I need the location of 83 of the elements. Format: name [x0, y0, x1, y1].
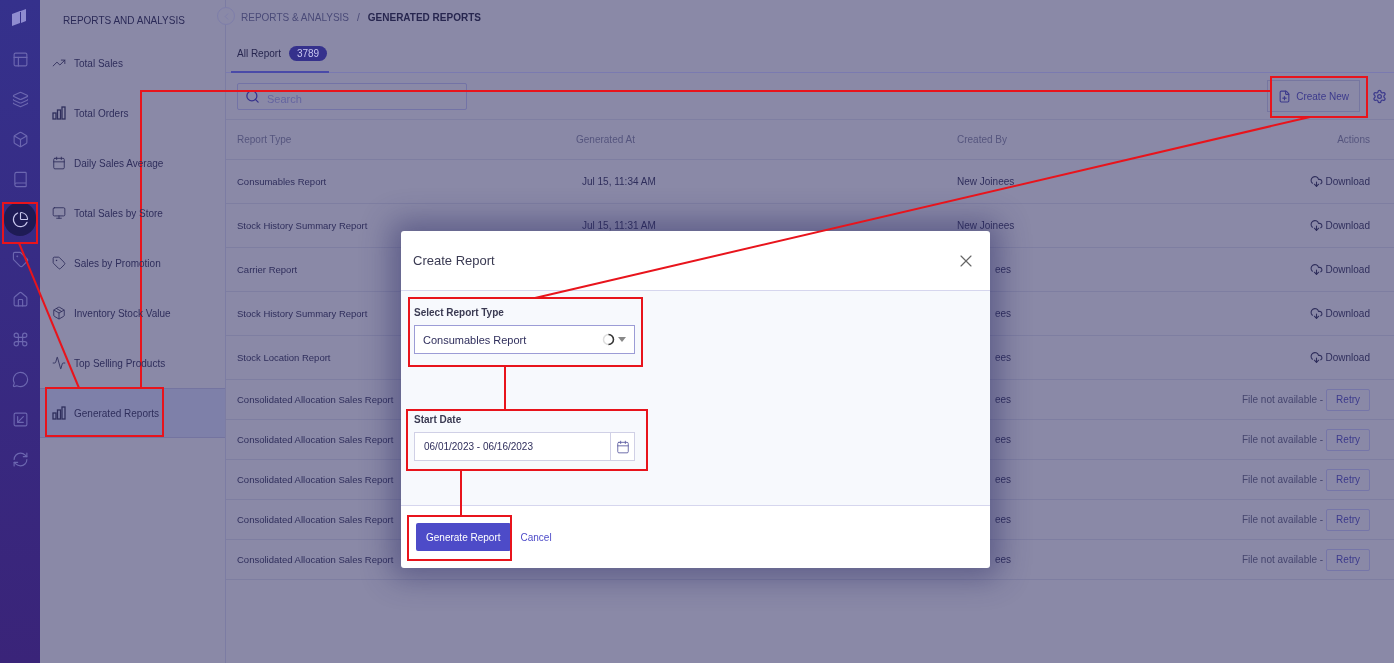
cloud-download-icon	[1309, 175, 1323, 188]
layers-icon	[11, 90, 29, 108]
table-cell: Stock Location Report	[237, 352, 331, 363]
spinner-icon	[602, 333, 615, 346]
download-button[interactable]: Download	[1309, 219, 1370, 232]
table-cell: Consolidated Allocation Sales Report	[237, 514, 394, 525]
monitor-icon	[52, 206, 66, 220]
status-text: File not available -	[1241, 514, 1324, 525]
tag-icon	[11, 250, 29, 268]
table-cell: Consolidated Allocation Sales Report	[237, 554, 394, 565]
tab[interactable]: All Report 3789	[231, 46, 329, 73]
breadcrumb-item[interactable]: REPORTS & ANALYSIS	[241, 11, 349, 23]
cloud-download-icon	[1309, 351, 1323, 364]
retry-button[interactable]: Retry	[1326, 468, 1370, 491]
date-range-field[interactable]: 06/01/2023 - 06/16/2023	[414, 432, 635, 461]
retry-button[interactable]: Retry	[1326, 548, 1370, 571]
file-plus-icon	[1278, 89, 1292, 103]
table-cell-text: ees	[993, 554, 1011, 565]
layout-icon	[11, 50, 29, 68]
cancel-link[interactable]: Cancel	[520, 531, 552, 543]
cloud-download-icon	[1309, 219, 1323, 232]
table-cell: Consolidated Allocation Sales Report	[237, 474, 394, 485]
status-text: File not available -	[1241, 394, 1324, 405]
retry-button[interactable]: Retry	[1326, 508, 1370, 531]
download-button[interactable]: Download	[1309, 351, 1370, 364]
tag-icon	[52, 256, 66, 270]
table-cell-text: ees	[993, 514, 1011, 525]
table-cell: Carrier Report	[237, 264, 298, 275]
table-cell: Consolidated Allocation Sales Report	[237, 394, 394, 405]
table-cell-text: ees	[993, 474, 1011, 485]
table-cell-text: ees	[993, 352, 1011, 363]
create-new-button[interactable]: Create New	[1267, 80, 1360, 112]
book-icon	[11, 170, 29, 188]
arrow-square-icon	[11, 410, 29, 428]
field-label: Select Report Type	[414, 307, 504, 318]
breadcrumb-item: GENERATED REPORTS	[367, 11, 481, 23]
calendar-icon[interactable]	[615, 439, 630, 454]
caret-icon	[618, 337, 626, 342]
status-text: File not available -	[1241, 554, 1324, 565]
bar-chart-icon	[52, 106, 66, 120]
rail-button[interactable]	[4, 202, 36, 236]
download-button[interactable]: Download	[1309, 175, 1370, 188]
breadcrumb-separator: /	[357, 11, 360, 23]
menu-item[interactable]: Generated Reports	[40, 388, 225, 438]
menu-item[interactable]: Total Orders	[40, 88, 225, 138]
download-button[interactable]: Download	[1309, 263, 1370, 276]
table-cell: Stock History Summary Report	[237, 220, 368, 231]
cube-icon	[11, 130, 29, 148]
table-cell-text: ees	[993, 308, 1011, 319]
menu-item[interactable]: Total Sales	[40, 38, 225, 88]
retry-button[interactable]: Retry	[1326, 388, 1370, 411]
cloud-download-icon	[1309, 307, 1323, 320]
package-icon	[52, 306, 66, 320]
download-button[interactable]: Download	[1309, 307, 1370, 320]
report-type-select[interactable]: Consumables Report	[414, 325, 635, 354]
table-cell: Consumables Report	[237, 176, 327, 187]
command-icon	[11, 330, 29, 348]
table-cell: Jul 15, 11:34 AM	[582, 176, 656, 187]
generate-report-button[interactable]: Generate Report	[416, 523, 511, 551]
settings-icon[interactable]	[1372, 88, 1387, 104]
status-text: File not available -	[1241, 434, 1324, 445]
table-cell-text: ees	[993, 394, 1011, 405]
count-badge: 3789	[288, 46, 328, 61]
refresh-icon	[11, 450, 29, 468]
status-text: File not available -	[1241, 474, 1324, 485]
table-cell: Stock History Summary Report	[237, 308, 368, 319]
cloud-download-icon	[1309, 263, 1323, 276]
chat-icon	[11, 370, 29, 388]
table-cell: Consolidated Allocation Sales Report	[237, 434, 394, 445]
dialog-title: Create Report	[413, 253, 495, 268]
calendar-icon	[52, 156, 66, 170]
leader-line	[460, 469, 462, 517]
section-title: REPORTS AND ANALYSIS	[62, 14, 186, 28]
table-cell: Jul 15, 11:31 AM	[582, 220, 656, 231]
home-icon	[11, 290, 29, 308]
table-cell-text: ees	[993, 264, 1011, 275]
pie-chart-icon	[11, 210, 29, 228]
bar-chart-icon	[52, 406, 66, 420]
retry-button[interactable]: Retry	[1326, 428, 1370, 451]
field-label: Start Date	[414, 414, 462, 425]
highlight-frame	[2, 202, 38, 244]
table-cell-text: ees	[993, 434, 1011, 445]
pulse-icon	[52, 356, 66, 370]
